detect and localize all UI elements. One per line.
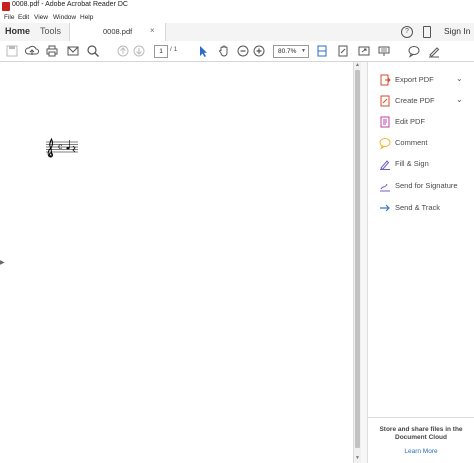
search-icon[interactable]	[86, 44, 100, 58]
export-pdf-icon	[379, 74, 391, 86]
send-track-icon	[379, 202, 391, 214]
fill-sign-icon	[379, 158, 391, 170]
page-view-icon[interactable]	[336, 44, 350, 58]
svg-text:c: c	[58, 142, 63, 151]
tab-tools[interactable]: Tools	[40, 26, 61, 36]
email-icon[interactable]	[66, 44, 80, 58]
tool-send-track-label: Send & Track	[395, 203, 441, 212]
menu-edit[interactable]: Edit	[18, 14, 29, 21]
nav-bar: Home Tools 0008.pdf × ? Sign In	[0, 23, 474, 42]
scroll-down-icon[interactable]: ▼	[355, 455, 360, 461]
tools-pane: Export PDF ⌄ Create PDF ⌄ Edit PDF Comme…	[368, 62, 474, 463]
fit-page-icon[interactable]	[315, 44, 329, 58]
page-number-input[interactable]: 1	[154, 45, 168, 58]
zoom-level-value: 80.7%	[278, 48, 297, 55]
tool-send-for-signature[interactable]: Send for Signature	[368, 178, 474, 194]
tool-comment-label: Comment	[395, 138, 428, 147]
menu-window[interactable]: Window	[53, 14, 76, 21]
full-screen-icon[interactable]	[357, 44, 371, 58]
tool-edit-pdf[interactable]: Edit PDF	[368, 114, 474, 130]
create-pdf-icon	[379, 95, 391, 107]
menu-file[interactable]: File	[4, 14, 14, 21]
mobile-link-icon[interactable]	[423, 26, 431, 38]
print-icon[interactable]	[45, 44, 59, 58]
previous-page-icon[interactable]	[116, 44, 130, 58]
learn-more-link[interactable]: Learn More	[368, 448, 474, 455]
tool-fill-sign[interactable]: Fill & Sign	[368, 156, 474, 172]
zoom-level-select[interactable]: 80.7% ▼	[273, 45, 309, 58]
tool-comment[interactable]: Comment	[368, 135, 474, 151]
send-signature-icon	[379, 180, 391, 192]
help-icon[interactable]: ?	[401, 26, 413, 38]
document-cloud-text: Store and share files in the Document Cl…	[379, 426, 463, 441]
close-tab-icon[interactable]: ×	[150, 26, 155, 35]
select-cursor-icon[interactable]	[196, 44, 210, 58]
sign-pen-icon[interactable]	[427, 44, 441, 58]
hand-tool-icon[interactable]	[217, 44, 231, 58]
tool-send-track[interactable]: Send & Track	[368, 200, 474, 216]
music-staff-fragment: c	[44, 134, 84, 158]
chevron-down-icon: ▼	[301, 48, 306, 54]
tool-create-pdf-label: Create PDF	[395, 96, 435, 105]
menu-bar: File Edit View Window Help	[0, 13, 474, 23]
pane-splitter[interactable]	[361, 62, 368, 463]
toolbar: 1 / 1 80.7% ▼	[0, 41, 474, 62]
tool-edit-pdf-label: Edit PDF	[395, 117, 426, 126]
chevron-down-icon[interactable]: ⌄	[456, 74, 463, 83]
edit-pdf-icon	[379, 116, 391, 128]
tool-create-pdf[interactable]: Create PDF ⌄	[368, 93, 474, 109]
menu-help[interactable]: Help	[80, 14, 93, 21]
document-cloud-promo: Store and share files in the Document Cl…	[368, 417, 474, 455]
document-view[interactable]: c	[0, 62, 354, 463]
chevron-down-icon[interactable]: ⌄	[456, 95, 463, 104]
page-total: / 1	[170, 46, 178, 53]
save-icon[interactable]	[5, 44, 19, 58]
tool-fill-sign-label: Fill & Sign	[395, 159, 429, 168]
zoom-out-icon[interactable]	[236, 44, 250, 58]
comment-toolbar-icon[interactable]	[407, 44, 421, 58]
sign-in-button[interactable]: Sign In	[444, 26, 470, 36]
tab-home[interactable]: Home	[5, 26, 30, 36]
tool-export-pdf-label: Export PDF	[395, 75, 434, 84]
menu-view[interactable]: View	[34, 14, 48, 21]
left-pane-toggle-icon[interactable]: ▶	[0, 259, 5, 266]
acrobat-logo-icon	[2, 2, 10, 11]
keyboard-icon[interactable]	[377, 44, 391, 58]
zoom-in-icon[interactable]	[252, 44, 266, 58]
upload-cloud-icon[interactable]	[25, 44, 39, 58]
title-bar: 0008.pdf - Adobe Acrobat Reader DC	[0, 0, 474, 14]
tool-export-pdf[interactable]: Export PDF ⌄	[368, 72, 474, 88]
next-page-icon[interactable]	[132, 44, 146, 58]
comment-icon	[379, 137, 391, 149]
scroll-up-icon[interactable]: ▲	[355, 62, 360, 68]
window-title: 0008.pdf - Adobe Acrobat Reader DC	[12, 1, 128, 8]
document-tab[interactable]: 0008.pdf ×	[69, 23, 166, 41]
tool-send-for-signature-label: Send for Signature	[395, 181, 458, 190]
scrollbar-thumb[interactable]	[355, 70, 360, 448]
document-tab-label: 0008.pdf	[103, 27, 133, 36]
